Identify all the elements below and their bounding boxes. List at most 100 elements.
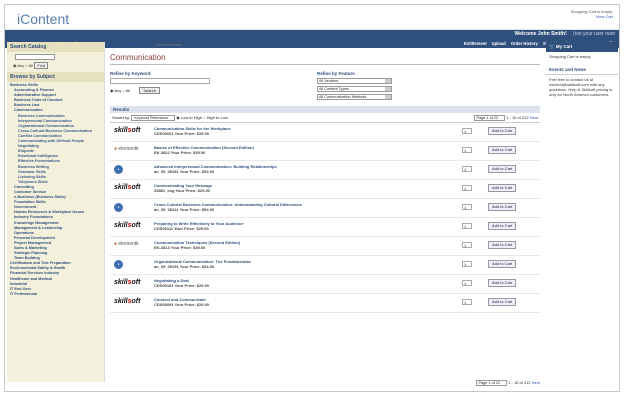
- page-title: Communication: [110, 53, 540, 65]
- quantity-input[interactable]: 1: [462, 147, 472, 153]
- not-your-user-link[interactable]: (not your user nam: [573, 31, 615, 37]
- result-info: Negotiating a Deal CDS00181 Your Price: $…: [154, 278, 404, 288]
- add-to-cart-button[interactable]: Add to Cart: [488, 165, 517, 173]
- result-sku: an_05_05191: [154, 264, 179, 269]
- vendor-select-value: All Vendors: [319, 79, 339, 83]
- breadcrumb-business-skills[interactable]: Business Skills: [123, 42, 150, 47]
- quantity-input[interactable]: 1: [462, 166, 472, 172]
- welcome-text: Welcome John Smith! (not your user nam: [510, 31, 616, 37]
- radio-any-label: Any: [17, 63, 25, 68]
- add-to-cart-button[interactable]: Add to Cart: [488, 260, 517, 268]
- result-price: Your Price: $54.00: [179, 264, 215, 269]
- quantity-input[interactable]: 1: [462, 223, 472, 229]
- result-sku-price: CDS00181 Your Price: $29.00: [154, 283, 404, 288]
- app-logo[interactable]: iContent: [17, 11, 69, 27]
- globe-icon: ●: [114, 260, 123, 269]
- globe-icon: ●: [114, 165, 123, 174]
- add-to-cart-button[interactable]: Add to Cart: [488, 127, 517, 135]
- sort-select[interactable]: Keyword Relevance: [131, 115, 176, 121]
- result-sku: 33881_eng: [154, 188, 175, 193]
- subject-item[interactable]: IT Professional: [10, 292, 101, 297]
- quantity-input[interactable]: 1: [462, 261, 472, 267]
- result-row: ● elementk Communication Techniques (Seco…: [110, 237, 540, 256]
- chevron-down-icon: [385, 95, 391, 99]
- result-sku-price: CDS00111 Your Price: $29.00: [154, 226, 404, 231]
- low-high-label: Low to High: [180, 115, 202, 120]
- result-row: ● Cross-Cultural Business Communication: …: [110, 199, 540, 218]
- sorted-by-label: Sorted by:: [112, 115, 131, 120]
- view-cart-link[interactable]: View Cart: [571, 14, 613, 19]
- result-sku: CDS00181: [154, 283, 174, 288]
- result-info: Organizational Communication: The Fundam…: [154, 259, 404, 269]
- next-link-bottom[interactable]: Next: [532, 380, 540, 385]
- result-sku-price: CDS00001 Your Price: $29.00: [154, 131, 404, 136]
- result-row: skillsoft Negotiating a Deal CDS00181 Your…: [110, 275, 540, 294]
- pager-top: Page 1 of 22 1 - 10 of 212 Next: [473, 115, 538, 121]
- result-row: ● elementk Basics of Effective Communicat…: [110, 142, 540, 161]
- browse-subject-heading: Browse by Subject: [7, 72, 104, 82]
- netg-logo: ●: [114, 260, 150, 271]
- result-price: Your Price: $29.00: [175, 188, 210, 193]
- browser-page: iContent Shopping Cart is empty. View Ca…: [4, 4, 620, 392]
- radio-any-kw-label: Any: [114, 88, 122, 93]
- result-info: Preparing to Write Effectively to Your A…: [154, 221, 404, 231]
- right-column: 🛒 My Cart Shopping Cart is empty. Events…: [546, 42, 618, 162]
- page-select[interactable]: Page 1 of 22: [473, 115, 506, 121]
- quantity-input[interactable]: 1: [462, 204, 472, 210]
- keyword-input[interactable]: [110, 78, 210, 84]
- result-price: Your Price: $29.00: [174, 226, 209, 231]
- search-button[interactable]: Search: [139, 87, 160, 94]
- add-to-cart-button[interactable]: Add to Cart: [488, 146, 517, 154]
- page-select-bottom[interactable]: Page 1 of 22: [475, 380, 508, 386]
- next-link[interactable]: Next: [530, 115, 538, 120]
- catalog-search-input[interactable]: [15, 54, 55, 60]
- results-heading: Results: [110, 106, 540, 113]
- events-heading: Events and News: [546, 65, 618, 75]
- refine-keyword-label: Refine by Keyword: [110, 71, 151, 76]
- refine-keyword: Refine by Keyword ◉ Any ○ All Search: [110, 71, 250, 94]
- quantity-input[interactable]: 1: [462, 185, 472, 191]
- add-to-cart-button[interactable]: Add to Cart: [488, 241, 517, 249]
- sidebar: Search Catalog ◉ Any ○ All Find Browse b…: [7, 42, 105, 382]
- content-type-select[interactable]: All Content Types: [317, 86, 392, 92]
- skillsoft-logo: skillsoft: [114, 279, 141, 286]
- content-type-select-value: All Content Types: [319, 87, 349, 91]
- find-button[interactable]: Find: [34, 62, 49, 69]
- communication-method-select-value: All Communication Methods: [319, 95, 367, 99]
- result-sku-price: an_05_05181 Your Price: $54.00: [154, 169, 404, 174]
- breadcrumb-main[interactable]: Main: [110, 42, 119, 47]
- refine-feature: Refine by Feature All Vendors All Conten…: [317, 71, 467, 102]
- range-text-bottom: 1 - 10 of 212: [508, 380, 531, 385]
- header: iContent Shopping Cart is empty. View Ca…: [5, 5, 619, 30]
- my-cart-text: Shopping Cart is empty.: [549, 54, 592, 59]
- add-to-cart-button[interactable]: Add to Cart: [488, 222, 517, 230]
- quantity-input[interactable]: 1: [462, 280, 472, 286]
- result-price: Your Price: $54.00: [179, 207, 215, 212]
- result-price: Your Price: $29.00: [174, 131, 210, 136]
- result-sku: CDS00111: [154, 226, 174, 231]
- catalog-search-options: ◉ Any ○ All Find: [13, 62, 104, 69]
- quantity-input[interactable]: 1: [462, 299, 472, 305]
- result-sku-price: 33881_eng Your Price: $29.00: [154, 188, 404, 193]
- netg-logo: ●: [114, 203, 150, 214]
- vendor-select[interactable]: All Vendors: [317, 78, 392, 84]
- globe-icon: ●: [114, 203, 123, 212]
- welcome-name: Welcome John Smith!: [514, 31, 567, 37]
- skillsoft-logo: skillsoft: [114, 127, 141, 134]
- result-price: Your Price: $54.00: [179, 169, 215, 174]
- add-to-cart-button[interactable]: Add to Cart: [488, 203, 517, 211]
- quantity-input[interactable]: 1: [462, 242, 472, 248]
- quantity-input[interactable]: 1: [462, 128, 472, 134]
- result-sku-price: an_05_05191 Your Price: $54.00: [154, 264, 404, 269]
- add-to-cart-button[interactable]: Add to Cart: [488, 184, 517, 192]
- refine-feature-label: Refine by Feature: [317, 71, 355, 76]
- skillsoft-logo: skillsoft: [114, 298, 141, 305]
- communication-method-select[interactable]: All Communication Methods: [317, 94, 392, 100]
- result-price: Your Price: $29.00: [174, 283, 210, 288]
- add-to-cart-button[interactable]: Add to Cart: [488, 279, 517, 287]
- result-sku-price: EK-3813 Your Price: $39.00: [154, 245, 404, 250]
- add-to-cart-button[interactable]: Add to Cart: [488, 298, 517, 306]
- sort-controls: Sorted by: Keyword Relevance ◉ Low to Hi…: [112, 115, 228, 121]
- element-k-logo: ● elementk: [114, 241, 139, 247]
- breadcrumb-current: Communication: [154, 42, 183, 47]
